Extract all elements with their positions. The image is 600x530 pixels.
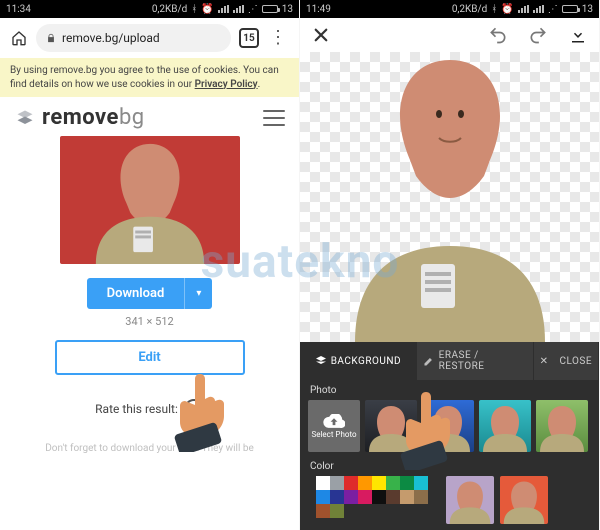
status-time: 11:34 bbox=[6, 4, 31, 15]
smile-icon[interactable] bbox=[184, 399, 204, 419]
cookie-banner: By using remove.bg you agree to the use … bbox=[0, 58, 299, 97]
download-button-group: Download ▾ bbox=[87, 278, 213, 309]
url-bar[interactable]: remove.bg/upload bbox=[36, 24, 231, 52]
download-dropdown[interactable]: ▾ bbox=[184, 278, 212, 309]
cutout-person bbox=[335, 52, 565, 342]
site-header: removebg bbox=[0, 97, 299, 136]
image-dimensions: 341 × 512 bbox=[125, 315, 173, 328]
phone-left: 11:34 0,2KB/d ᚼ ⏰ ⋰ 13 remove.bg/upload … bbox=[0, 0, 300, 530]
edit-button[interactable]: Edit bbox=[55, 340, 245, 375]
panel-tabs: BACKGROUND ERASE / RESTORE ✕ CLOSE bbox=[300, 342, 599, 380]
result-image bbox=[60, 136, 240, 264]
status-net: 0,2KB/d bbox=[152, 4, 187, 15]
color-swatch[interactable] bbox=[344, 476, 358, 490]
rate-row: Rate this result: bbox=[95, 399, 204, 419]
color-swatch[interactable] bbox=[316, 476, 330, 490]
signal-icon-2 bbox=[533, 5, 544, 13]
color-swatch[interactable] bbox=[330, 476, 344, 490]
color-swatches bbox=[308, 476, 440, 524]
color-swatch[interactable] bbox=[330, 504, 344, 518]
color-swatch[interactable] bbox=[316, 504, 330, 518]
hamburger-icon[interactable] bbox=[263, 110, 285, 126]
home-icon[interactable] bbox=[10, 30, 28, 46]
upload-thumb[interactable]: Select Photo bbox=[308, 400, 360, 452]
brand-name: removebg bbox=[42, 105, 145, 130]
bluetooth-icon: ᚼ bbox=[191, 4, 197, 15]
bg-thumb-color-1[interactable] bbox=[446, 476, 494, 524]
footer-hint: Don't forget to download your files. The… bbox=[45, 443, 254, 454]
battery-icon bbox=[262, 5, 278, 13]
rate-label: Rate this result: bbox=[95, 402, 178, 416]
alarm-icon: ⏰ bbox=[201, 4, 213, 15]
signal-icon bbox=[218, 5, 229, 13]
status-bar: 11:49 0,2KB/d ᚼ ⏰ ⋰ 13 bbox=[300, 0, 599, 18]
close-icon[interactable] bbox=[310, 24, 332, 46]
status-time: 11:49 bbox=[306, 4, 331, 15]
tab-close[interactable]: ✕ CLOSE bbox=[534, 342, 599, 380]
bg-thumb-color-2[interactable] bbox=[500, 476, 548, 524]
phone-right: 11:49 0,2KB/d ᚼ ⏰ ⋰ 13 bbox=[300, 0, 600, 530]
section-label-photo: Photo bbox=[300, 380, 599, 400]
color-swatch[interactable] bbox=[372, 476, 386, 490]
tab-background[interactable]: BACKGROUND bbox=[300, 342, 417, 380]
status-bar: 11:34 0,2KB/d ᚼ ⏰ ⋰ 13 bbox=[0, 0, 299, 18]
photo-thumbs: Select Photo bbox=[300, 400, 599, 456]
color-swatch[interactable] bbox=[358, 476, 372, 490]
undo-icon[interactable] bbox=[487, 24, 509, 46]
redo-icon[interactable] bbox=[527, 24, 549, 46]
section-label-color: Color bbox=[300, 456, 599, 476]
pencil-icon bbox=[423, 355, 435, 367]
cloud-upload-icon bbox=[323, 414, 345, 428]
color-swatch[interactable] bbox=[400, 476, 414, 490]
tab-count[interactable]: 15 bbox=[239, 28, 259, 48]
cookie-line1: By using remove.bg you agree to the use … bbox=[10, 65, 279, 76]
color-swatch[interactable] bbox=[372, 490, 386, 504]
download-icon[interactable] bbox=[567, 24, 589, 46]
wifi-icon: ⋰ bbox=[248, 4, 258, 15]
tab-erase[interactable]: ERASE / RESTORE bbox=[417, 342, 534, 380]
color-swatch[interactable] bbox=[414, 490, 428, 504]
color-swatch[interactable] bbox=[358, 490, 372, 504]
battery-pct: 13 bbox=[582, 4, 593, 15]
bg-thumb-1[interactable] bbox=[365, 400, 417, 452]
bluetooth-icon: ᚼ bbox=[491, 4, 497, 15]
main-content: Download ▾ 341 × 512 Edit Rate this resu… bbox=[0, 136, 299, 530]
color-swatch[interactable] bbox=[316, 490, 330, 504]
editor-canvas[interactable] bbox=[300, 52, 599, 342]
editor-panel: BACKGROUND ERASE / RESTORE ✕ CLOSE Photo… bbox=[300, 342, 599, 530]
status-net: 0,2KB/d bbox=[452, 4, 487, 15]
color-swatch[interactable] bbox=[344, 490, 358, 504]
bg-thumb-2[interactable] bbox=[422, 400, 474, 452]
wifi-icon: ⋰ bbox=[548, 4, 558, 15]
brand-icon bbox=[14, 109, 36, 127]
browser-chrome: remove.bg/upload 15 ⋮ bbox=[0, 18, 299, 58]
color-swatch[interactable] bbox=[414, 476, 428, 490]
color-swatch[interactable] bbox=[386, 490, 400, 504]
privacy-link[interactable]: Privacy Policy bbox=[195, 79, 258, 90]
signal-icon bbox=[518, 5, 529, 13]
bg-thumb-4[interactable] bbox=[536, 400, 588, 452]
color-swatch[interactable] bbox=[330, 490, 344, 504]
bg-thumb-3[interactable] bbox=[479, 400, 531, 452]
signal-icon-2 bbox=[233, 5, 244, 13]
battery-pct: 13 bbox=[282, 4, 293, 15]
menu-icon[interactable]: ⋮ bbox=[267, 29, 289, 47]
editor-toolbar bbox=[300, 18, 599, 52]
alarm-icon: ⏰ bbox=[501, 4, 513, 15]
person-illustration bbox=[75, 136, 225, 264]
color-swatch[interactable] bbox=[400, 490, 414, 504]
color-swatch[interactable] bbox=[386, 476, 400, 490]
lock-icon bbox=[46, 32, 56, 44]
download-button[interactable]: Download bbox=[87, 278, 185, 309]
battery-icon bbox=[562, 5, 578, 13]
layers-icon bbox=[315, 355, 327, 367]
cookie-line2a: find details on how we use cookies in ou… bbox=[10, 79, 195, 90]
url-text: remove.bg/upload bbox=[62, 31, 160, 45]
